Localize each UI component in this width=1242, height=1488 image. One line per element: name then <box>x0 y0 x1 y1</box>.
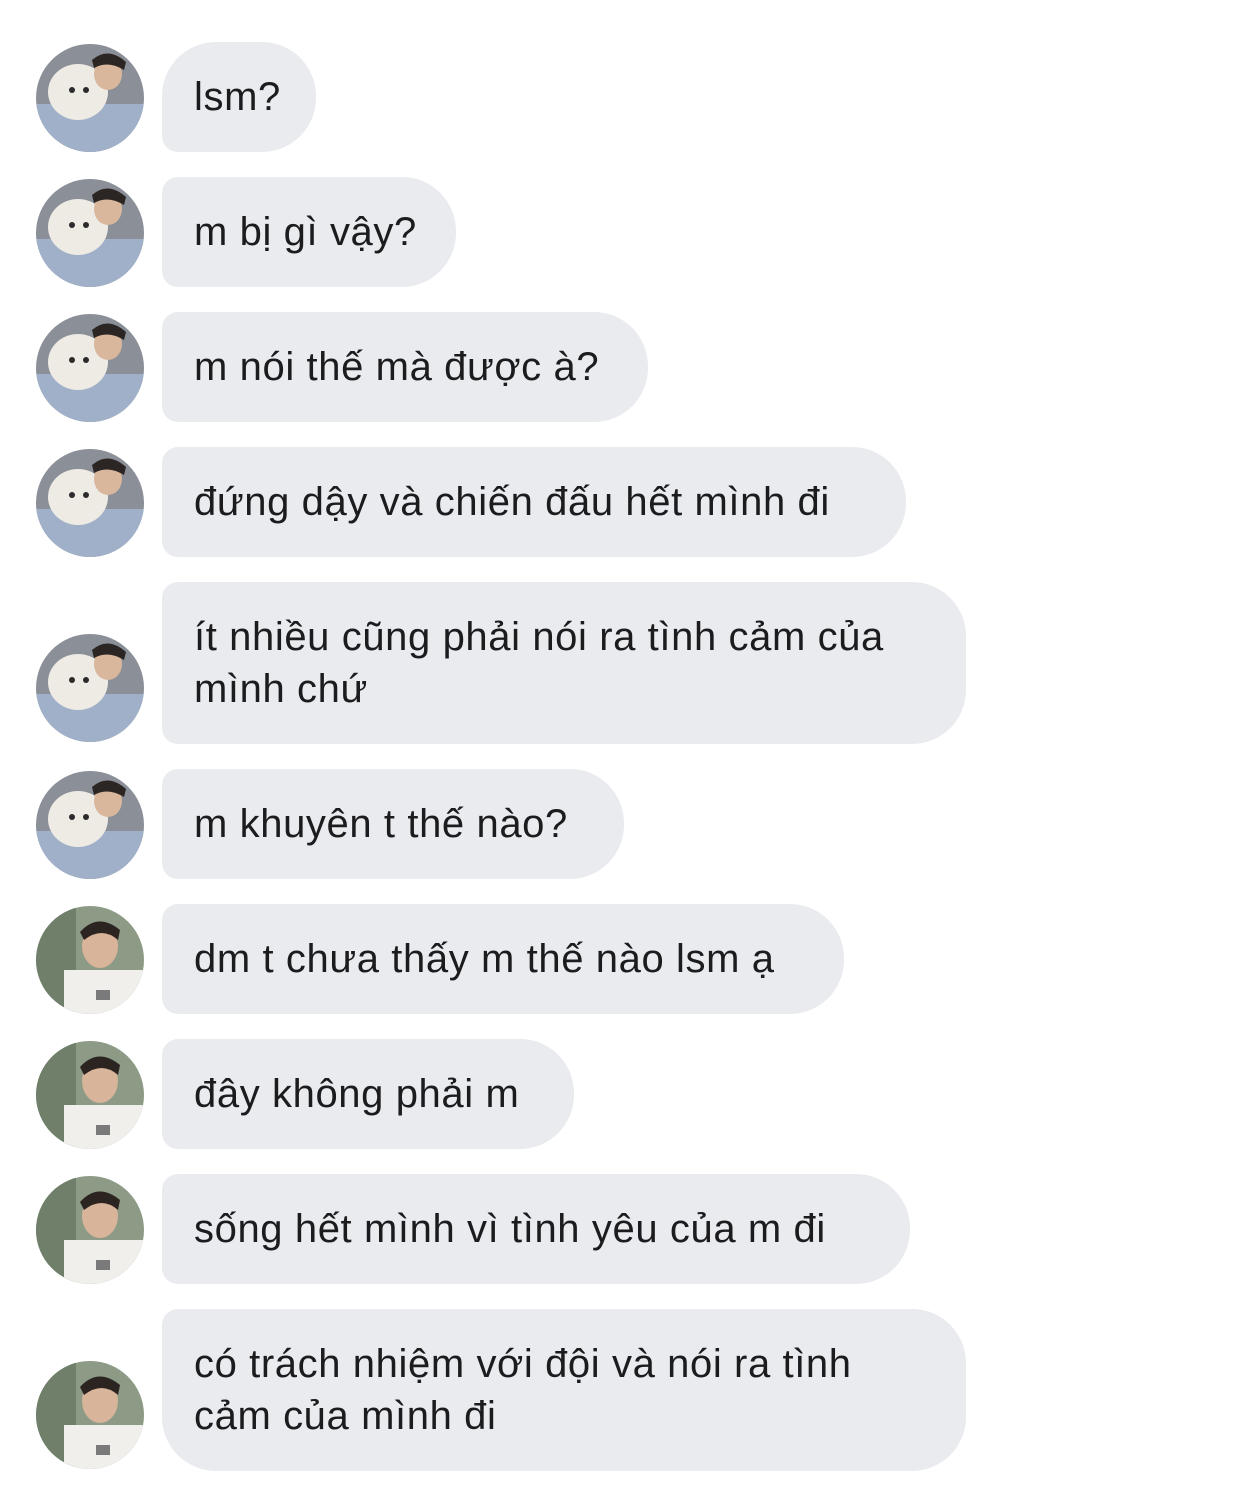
message-row: m khuyên t thế nào? <box>0 769 1242 879</box>
message-row: đây không phải m <box>0 1039 1242 1149</box>
message-bubble[interactable]: lsm? <box>162 42 316 152</box>
message-row: lsm? <box>0 42 1242 152</box>
message-text: có trách nhiệm với đội và nói ra tình cả… <box>194 1342 852 1438</box>
avatar-young-man[interactable] <box>36 1041 144 1149</box>
message-text: dm t chưa thấy m thế nào lsm ạ <box>194 937 775 981</box>
avatar-young-man[interactable] <box>36 1361 144 1469</box>
avatar-with-dog[interactable] <box>36 314 144 422</box>
message-text: lsm? <box>194 75 281 119</box>
avatar-young-man[interactable] <box>36 1176 144 1284</box>
message-bubble[interactable]: sống hết mình vì tình yêu của m đi <box>162 1174 910 1284</box>
avatar-young-man[interactable] <box>36 906 144 1014</box>
avatar-with-dog[interactable] <box>36 634 144 742</box>
message-text: đây không phải m <box>194 1072 520 1116</box>
avatar-with-dog[interactable] <box>36 771 144 879</box>
message-row: m bị gì vậy? <box>0 177 1242 287</box>
message-thread: lsm? m bị gì vậy? m nói thế mà được à? đ… <box>0 0 1242 1488</box>
message-text: m nói thế mà được à? <box>194 345 600 389</box>
message-text: đứng dậy và chiến đấu hết mình đi <box>194 480 830 524</box>
message-row: đứng dậy và chiến đấu hết mình đi <box>0 447 1242 557</box>
message-bubble[interactable]: dm t chưa thấy m thế nào lsm ạ <box>162 904 844 1014</box>
message-bubble[interactable]: có trách nhiệm với đội và nói ra tình cả… <box>162 1309 966 1471</box>
message-bubble[interactable]: m nói thế mà được à? <box>162 312 648 422</box>
message-text: ít nhiều cũng phải nói ra tình cảm của m… <box>194 615 884 711</box>
message-bubble[interactable]: m bị gì vậy? <box>162 177 456 287</box>
message-text: sống hết mình vì tình yêu của m đi <box>194 1207 826 1251</box>
message-bubble[interactable]: đây không phải m <box>162 1039 574 1149</box>
message-bubble[interactable]: m khuyên t thế nào? <box>162 769 624 879</box>
message-row: dm t chưa thấy m thế nào lsm ạ <box>0 904 1242 1014</box>
message-text: m bị gì vậy? <box>194 210 417 254</box>
message-bubble[interactable]: đứng dậy và chiến đấu hết mình đi <box>162 447 906 557</box>
message-row: m nói thế mà được à? <box>0 312 1242 422</box>
message-row: sống hết mình vì tình yêu của m đi <box>0 1174 1242 1284</box>
avatar-with-dog[interactable] <box>36 449 144 557</box>
message-bubble[interactable]: ít nhiều cũng phải nói ra tình cảm của m… <box>162 582 966 744</box>
avatar-with-dog[interactable] <box>36 179 144 287</box>
message-text: m khuyên t thế nào? <box>194 802 568 846</box>
avatar-with-dog[interactable] <box>36 44 144 152</box>
message-row: có trách nhiệm với đội và nói ra tình cả… <box>0 1309 1242 1471</box>
message-row: ít nhiều cũng phải nói ra tình cảm của m… <box>0 582 1242 744</box>
